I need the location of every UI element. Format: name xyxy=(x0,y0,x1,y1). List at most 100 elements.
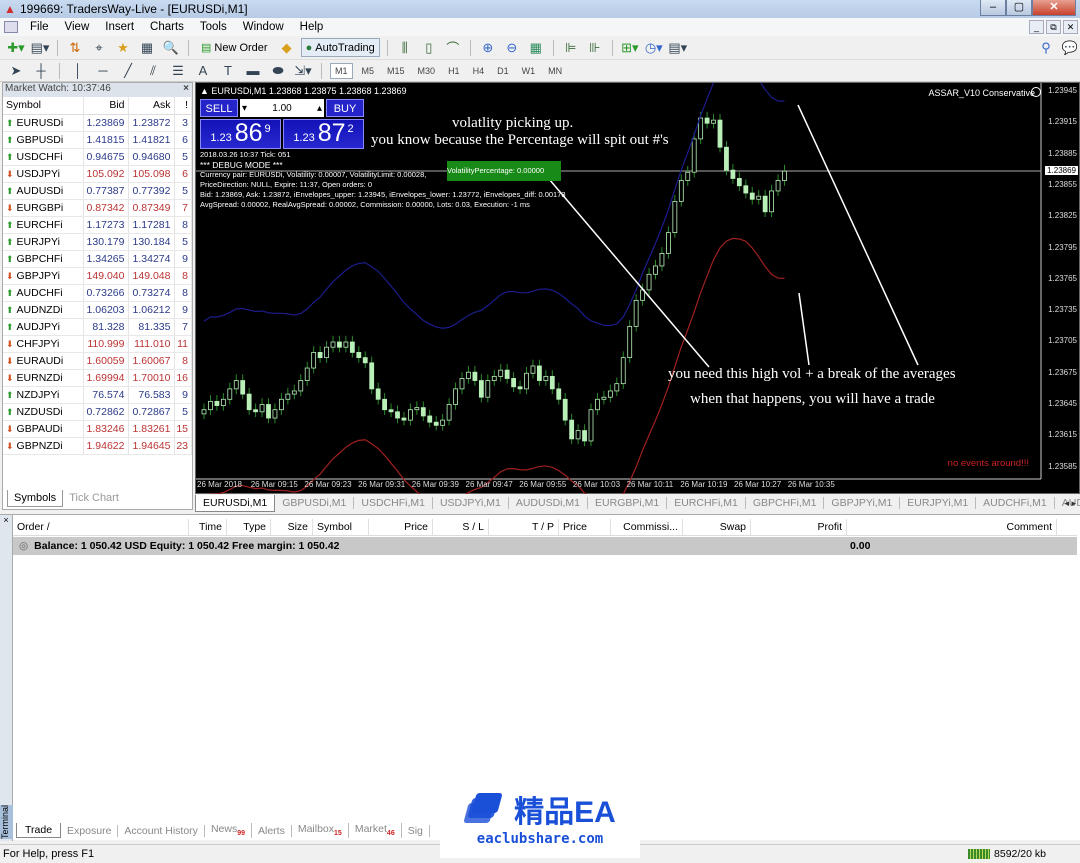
cursor-icon[interactable]: ➤ xyxy=(6,62,26,80)
market-watch-row[interactable]: ⬆ AUDCHFi 0.73266 0.73274 8 xyxy=(3,284,192,302)
text-icon[interactable]: A xyxy=(193,62,213,80)
timeframe-m30[interactable]: M30 xyxy=(414,64,440,78)
market-watch-row[interactable]: ⬆ EURJPYi 130.179 130.184 5 xyxy=(3,233,192,251)
metaeditor-icon[interactable]: ◆ xyxy=(277,39,297,57)
market-watch-row[interactable]: ⬆ GBPUSDi 1.41815 1.41821 6 xyxy=(3,131,192,149)
column-header[interactable]: Price xyxy=(559,519,611,535)
column-header[interactable]: Price xyxy=(369,519,433,535)
minimize-button[interactable]: – xyxy=(980,0,1006,16)
market-watch-row[interactable]: ⬆ AUDUSDi 0.77387 0.77392 5 xyxy=(3,182,192,200)
chart-tab[interactable]: EURUSDi,M1 xyxy=(195,494,276,512)
chart-tab[interactable]: EURGBPi,M1 xyxy=(588,497,668,509)
timeframe-w1[interactable]: W1 xyxy=(518,64,540,78)
new-order-button[interactable]: ▤ New Order xyxy=(196,38,273,57)
chart-window[interactable]: ▲ EURUSDi,M1 1.23868 1.23875 1.23868 1.2… xyxy=(195,82,1080,495)
lot-size-input[interactable]: ▾ 1.00 ▴ xyxy=(240,99,324,117)
chart-tab[interactable]: GBPCHFi,M1 xyxy=(746,497,825,509)
maximize-button[interactable]: ▢ xyxy=(1006,0,1032,16)
terminal-tab-sig[interactable]: Sig xyxy=(402,824,430,837)
menu-tools[interactable]: Tools xyxy=(192,21,235,33)
market-watch-row[interactable]: ⬆ EURUSDi 1.23869 1.23872 3 xyxy=(3,114,192,132)
strategy-tester-icon[interactable]: 🔍 xyxy=(161,39,181,57)
timeframe-m5[interactable]: M5 xyxy=(358,64,379,78)
equidistant-channel-icon[interactable]: ⫽ xyxy=(143,62,163,80)
terminal-tab-account-history[interactable]: Account History xyxy=(118,824,205,837)
sell-button[interactable]: SELL xyxy=(200,99,238,117)
market-watch-row[interactable]: ⬇ EURAUDi 1.60059 1.60067 8 xyxy=(3,352,192,370)
market-watch-row[interactable]: ⬆ USDCHFi 0.94675 0.94680 5 xyxy=(3,148,192,166)
column-header[interactable]: T / P xyxy=(489,519,559,535)
new-chart-icon[interactable]: ✚▾ xyxy=(6,39,26,57)
chart-tabs-scroll-icon[interactable]: ◂ ▸ xyxy=(1064,498,1076,509)
market-watch-row[interactable]: ⬆ NZDJPYi 76.574 76.583 9 xyxy=(3,386,192,404)
market-watch-row[interactable]: ⬇ USDJPYi 105.092 105.098 6 xyxy=(3,165,192,183)
market-watch-row[interactable]: ⬇ GBPJPYi 149.040 149.048 8 xyxy=(3,267,192,285)
column-symbol[interactable]: Symbol xyxy=(3,97,84,115)
terminal-tab-mailbox[interactable]: Mailbox15 xyxy=(292,823,349,838)
tab-symbols[interactable]: Symbols xyxy=(7,490,64,507)
column-header[interactable]: Size xyxy=(271,519,313,535)
chat-icon[interactable]: 💬 xyxy=(1060,39,1080,57)
zoom-in-icon[interactable]: ⊕ xyxy=(478,39,498,57)
market-watch-row[interactable]: ⬆ AUDNZDi 1.06203 1.06212 9 xyxy=(3,301,192,319)
market-watch-row[interactable]: ⬆ EURCHFi 1.17273 1.17281 8 xyxy=(3,216,192,234)
market-watch-row[interactable]: ⬇ EURNZDi 1.69994 1.70010 16 xyxy=(3,369,192,387)
fibonacci-icon[interactable]: ☰ xyxy=(168,62,188,80)
market-watch-icon[interactable]: ⇅ xyxy=(65,39,85,57)
indicators-icon[interactable]: ⊞▾ xyxy=(620,39,640,57)
chart-tab[interactable]: AUDUSDi,M1 xyxy=(509,497,589,509)
buy-price[interactable]: 1.23 87 2 xyxy=(283,119,364,149)
navigator-icon[interactable]: ★ xyxy=(113,39,133,57)
mdi-close-button[interactable]: ✕ xyxy=(1063,20,1078,34)
chart-tab[interactable]: EURJPYi,M1 xyxy=(900,497,977,509)
column-header[interactable]: Symbol xyxy=(313,519,369,535)
chart-tab[interactable]: GBPUSDi,M1 xyxy=(275,497,355,509)
market-watch-row[interactable]: ⬇ GBPAUDi 1.83246 1.83261 15 xyxy=(3,420,192,438)
menu-charts[interactable]: Charts xyxy=(142,21,192,33)
chart-tab[interactable]: USDCHFi,M1 xyxy=(354,497,433,509)
candlestick-icon[interactable]: ▯ xyxy=(419,39,439,57)
crosshair-icon[interactable]: ┼ xyxy=(31,62,51,80)
terminal-tab-alerts[interactable]: Alerts xyxy=(252,824,292,837)
market-watch-close-icon[interactable]: × xyxy=(183,83,192,97)
line-chart-icon[interactable]: ⌒ xyxy=(443,39,463,57)
column-header[interactable]: S / L xyxy=(433,519,489,535)
bar-chart-icon[interactable]: ⫼ xyxy=(395,39,415,57)
data-window-icon[interactable]: ⌖ xyxy=(89,39,109,57)
market-watch-row[interactable]: ⬆ NZDUSDi 0.72862 0.72867 5 xyxy=(3,403,192,421)
column-spread[interactable]: ! xyxy=(174,97,192,115)
timeframe-m1[interactable]: M1 xyxy=(330,62,353,79)
lot-decrease-icon[interactable]: ▾ xyxy=(242,103,247,114)
chart-tab[interactable]: GBPJPYi,M1 xyxy=(824,497,901,509)
menu-view[interactable]: View xyxy=(57,21,98,33)
column-header[interactable]: Profit xyxy=(751,519,847,535)
chart-tab[interactable]: USDJPYi,M1 xyxy=(433,497,509,509)
rectangle-icon[interactable]: ▬ xyxy=(243,62,263,80)
periods-icon[interactable]: ◷▾ xyxy=(644,39,664,57)
timeframe-m15[interactable]: M15 xyxy=(383,64,409,78)
autotrading-button[interactable]: ● AutoTrading xyxy=(300,38,380,57)
autoscroll-icon[interactable]: ⊫ xyxy=(561,39,581,57)
timeframe-h1[interactable]: H1 xyxy=(444,64,464,78)
terminal-tab-trade[interactable]: Trade xyxy=(16,823,62,838)
column-header[interactable]: Comment xyxy=(847,519,1057,535)
tab-tick-chart[interactable]: Tick Chart xyxy=(63,490,125,507)
market-watch-row[interactable]: ⬇ CHFJPYi 110.999 111.010 11 xyxy=(3,335,192,353)
lot-increase-icon[interactable]: ▴ xyxy=(317,103,322,114)
chart-tab[interactable]: EURCHFi,M1 xyxy=(667,497,746,509)
menu-insert[interactable]: Insert xyxy=(97,21,142,33)
mdi-minimize-button[interactable]: _ xyxy=(1029,20,1044,34)
column-header[interactable]: Swap xyxy=(683,519,751,535)
balance-row[interactable]: ◎ Balance: 1 050.42 USD Equity: 1 050.42… xyxy=(13,537,1077,555)
close-button[interactable]: ✕ xyxy=(1032,0,1076,16)
terminal-tab-exposure[interactable]: Exposure xyxy=(61,824,119,837)
menu-file[interactable]: File xyxy=(22,21,57,33)
timeframe-mn[interactable]: MN xyxy=(544,64,566,78)
vertical-line-icon[interactable]: │ xyxy=(68,62,88,80)
column-bid[interactable]: Bid xyxy=(83,97,129,115)
terminal-tab-market[interactable]: Market46 xyxy=(349,823,402,838)
terminal-close-icon[interactable]: × xyxy=(0,515,12,525)
tile-windows-icon[interactable]: ▦ xyxy=(526,39,546,57)
trendline-icon[interactable]: ╱ xyxy=(118,62,138,80)
chart-shift-icon[interactable]: ⊪ xyxy=(585,39,605,57)
